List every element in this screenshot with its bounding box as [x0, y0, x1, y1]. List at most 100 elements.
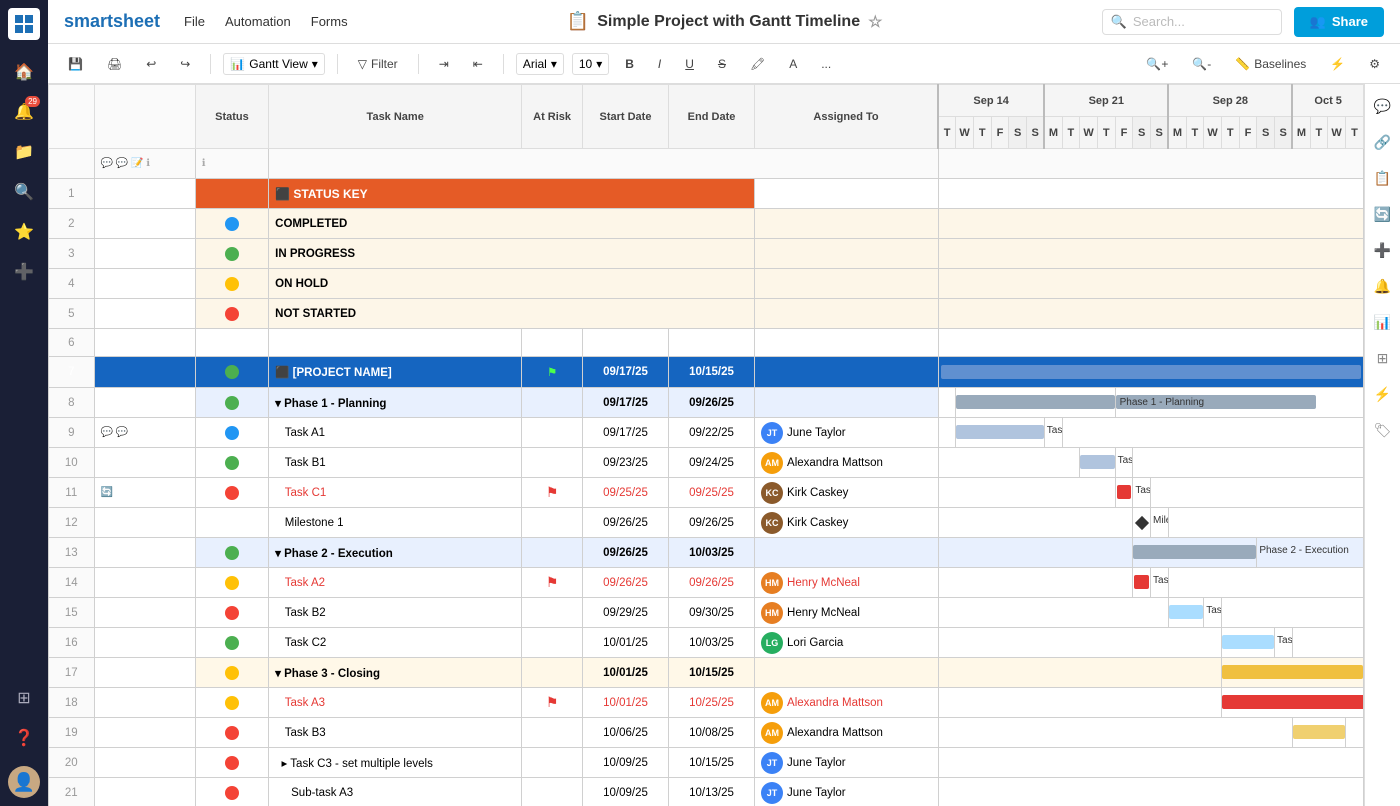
rownum-19: 19 [49, 718, 95, 748]
sidebar-notifications-icon[interactable]: 🔔 29 [6, 94, 42, 130]
start-15: 09/29/25 [582, 598, 668, 628]
gantt-9-bar [956, 418, 1045, 448]
status-1 [195, 179, 268, 209]
share-button[interactable]: 👥 Share [1294, 7, 1384, 37]
search-box[interactable]: 🔍 Search... [1102, 9, 1282, 35]
gantt-12-label: Milestone 1 [1151, 508, 1169, 538]
sidebar-add-icon[interactable]: ➕ [6, 254, 42, 290]
rownum-11: 11 [49, 478, 95, 508]
save-button[interactable]: 💾 [60, 53, 91, 75]
data-ctrl [269, 149, 938, 179]
task-13: ▾ Phase 2 - Execution [269, 538, 522, 568]
rownum-14: 14 [49, 568, 95, 598]
activity-icon[interactable]: 🔄 [1369, 200, 1397, 228]
start-6 [582, 329, 668, 357]
rownum-1: 1 [49, 179, 95, 209]
rownum-6: 6 [49, 329, 95, 357]
underline-button[interactable]: U [677, 53, 702, 75]
week-sep14-header: Sep 14 [938, 85, 1044, 117]
size-selector[interactable]: 10 ▾ [572, 53, 609, 75]
font-color-button[interactable]: A [781, 53, 805, 75]
strikethrough-button[interactable]: S [710, 53, 734, 75]
sidebar-folder-icon[interactable]: 📁 [6, 134, 42, 170]
app-logo[interactable] [8, 8, 40, 40]
filter-button[interactable]: ▽ Filter [350, 53, 406, 75]
table-row: 16 Task C2 10/01/25 10/03/25 LGLori Garc… [49, 628, 1364, 658]
atrisk-7: ⚑ [522, 357, 583, 388]
italic-button[interactable]: I [650, 53, 669, 75]
atrisk-11: ⚑ [522, 478, 583, 508]
zoom-in-button[interactable]: 🔍+ [1138, 53, 1176, 75]
sidebar-help-icon[interactable]: ❓ [6, 720, 42, 756]
avatar-jt-9: JT [761, 422, 783, 444]
table-row: 7 ⬛ [PROJECT NAME] ⚑ 09/17/25 10/15/25 [49, 357, 1364, 388]
day-t5: T [1186, 117, 1204, 149]
gantt-7 [938, 357, 1364, 388]
notifications-icon[interactable]: 🔔 [1369, 272, 1397, 300]
day-t6: T [1221, 117, 1239, 149]
comments-icon[interactable]: 💬 [1369, 92, 1397, 120]
enddate-header: End Date [669, 85, 755, 149]
grid-icon[interactable]: ⊞ [1369, 344, 1397, 372]
critical-path-button[interactable]: ⚡ [1322, 53, 1353, 75]
view-selector[interactable]: 📊 Gantt View ▾ [223, 53, 324, 75]
print-button[interactable]: 🖨 [99, 53, 130, 75]
status-ctrl: ℹ [195, 149, 268, 179]
user-avatar[interactable]: 👤 [8, 766, 40, 798]
day-m3: M [1292, 117, 1310, 149]
nav-automation[interactable]: Automation [225, 14, 291, 29]
assigned-10: AMAlexandra Mattson [755, 448, 938, 478]
font-selector[interactable]: Arial ▾ [516, 53, 564, 75]
sidebar-home-icon[interactable]: 🏠 [6, 54, 42, 90]
outdent-button[interactable]: ⇤ [465, 53, 491, 75]
nav-forms[interactable]: Forms [311, 14, 348, 29]
favorite-star-icon[interactable]: ☆ [868, 12, 882, 32]
status-15 [195, 598, 268, 628]
end-17: 10/15/25 [669, 658, 755, 688]
redo-button[interactable]: ↪ [172, 53, 198, 75]
gantt-11-after [1151, 478, 1364, 508]
undo-button[interactable]: ↩ [138, 53, 164, 75]
highlight-button[interactable]: 🖍 [742, 53, 773, 75]
avatar-am-18: AM [761, 692, 783, 714]
start-17: 10/01/25 [582, 658, 668, 688]
topbar-nav: File Automation Forms [184, 14, 348, 29]
settings-button[interactable]: ⚙ [1361, 53, 1388, 75]
toolbar: 💾 🖨 ↩ ↪ 📊 Gantt View ▾ ▽ Filter ⇥ ⇤ Aria… [48, 44, 1400, 84]
tag-icon[interactable]: 🏷 [1369, 416, 1397, 444]
nav-file[interactable]: File [184, 14, 205, 29]
add-icon[interactable]: ➕ [1369, 236, 1397, 264]
atrisk-17 [522, 658, 583, 688]
sidebar-browse-icon[interactable]: 🔍 [6, 174, 42, 210]
attachments-icon[interactable]: 🔗 [1369, 128, 1397, 156]
assigned-9: JTJune Taylor [755, 418, 938, 448]
gantt-21 [938, 778, 1364, 806]
assigned-11: KCKirk Caskey [755, 478, 938, 508]
more-button[interactable]: ... [813, 53, 839, 75]
baselines-button[interactable]: 📏 Baselines [1227, 53, 1314, 75]
atrisk-13 [522, 538, 583, 568]
lightning-icon[interactable]: ⚡ [1369, 380, 1397, 408]
atrisk-header: At Risk [522, 85, 583, 149]
gantt-view-icon: 📊 [230, 57, 245, 71]
controls-1 [94, 179, 195, 209]
rownum-10: 10 [49, 448, 95, 478]
table-row: 18 Task A3 ⚑ 10/01/25 10/25/25 AMAlexand… [49, 688, 1364, 718]
gantt-13-label: Phase 2 - Execution [1257, 538, 1364, 568]
end-15: 09/30/25 [669, 598, 755, 628]
divider-1 [210, 54, 211, 74]
gantt-14-before [938, 568, 1133, 598]
atrisk-12 [522, 508, 583, 538]
gantt-10-bar [1080, 448, 1115, 478]
zoom-out-button[interactable]: 🔍- [1184, 53, 1219, 75]
bold-button[interactable]: B [617, 53, 642, 75]
sidebar-grid-icon[interactable]: ⊞ [6, 680, 42, 716]
indent-button[interactable]: ⇥ [431, 53, 457, 75]
sidebar-favorites-icon[interactable]: ⭐ [6, 214, 42, 250]
forms-icon[interactable]: 📋 [1369, 164, 1397, 192]
data-icon[interactable]: 📊 [1369, 308, 1397, 336]
grid-container[interactable]: Status Task Name At Risk Start Date End … [48, 84, 1364, 806]
day-w4: W [1328, 117, 1346, 149]
gantt-12-after [1168, 508, 1363, 538]
gantt-15-label: Task B2 [1204, 598, 1222, 628]
